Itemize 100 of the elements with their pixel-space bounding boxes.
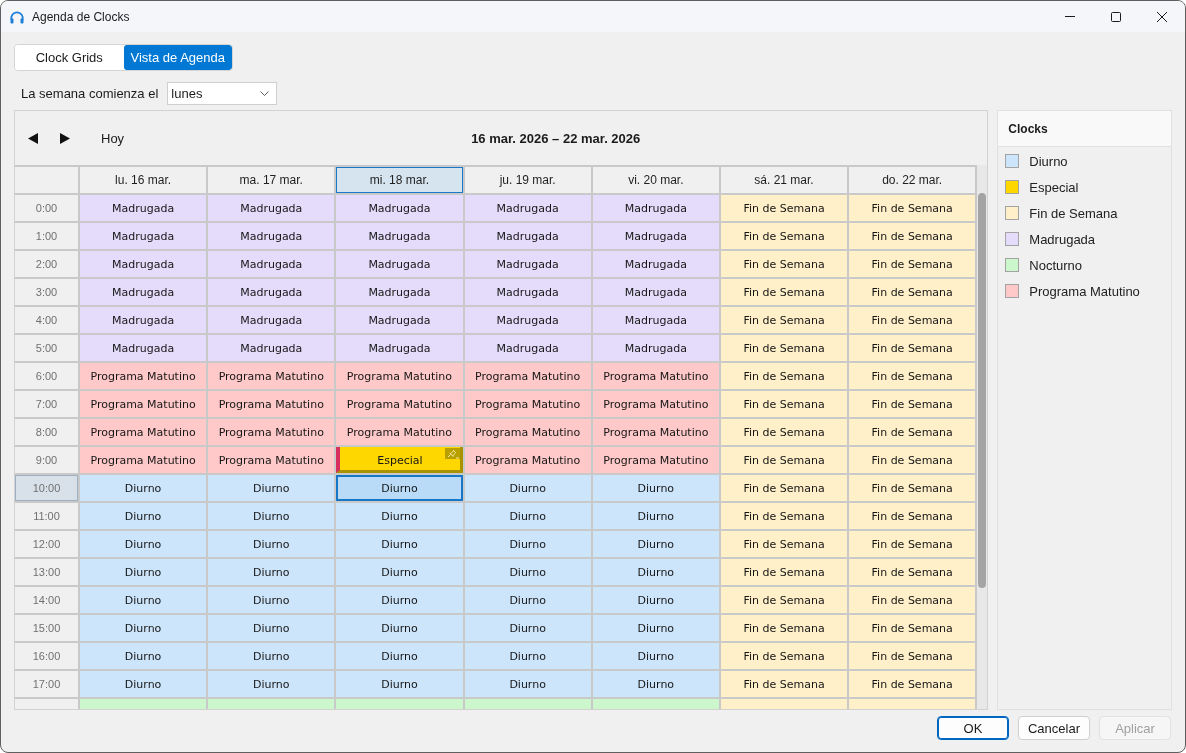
schedule-cell[interactable]: Diurno — [464, 587, 591, 613]
schedule-cell[interactable]: Madrugada — [336, 335, 463, 361]
schedule-cell[interactable]: Madrugada — [80, 279, 207, 305]
day-header[interactable]: lu. 16 mar. — [80, 167, 207, 193]
schedule-cell[interactable]: Diurno — [592, 587, 719, 613]
schedule-cell[interactable]: Fin de Semana — [720, 391, 848, 417]
schedule-cell[interactable]: Fin de Semana — [720, 671, 848, 697]
schedule-cell[interactable]: Fin de Semana — [849, 251, 976, 277]
day-header[interactable]: do. 22 mar. — [849, 167, 976, 193]
dialog-button[interactable]: OK — [937, 716, 1009, 740]
schedule-cell[interactable]: Madrugada — [208, 335, 335, 361]
schedule-cell[interactable]: Madrugada — [208, 251, 335, 277]
schedule-cell[interactable]: Fin de Semana — [849, 531, 976, 557]
schedule-cell[interactable]: Programa Matutino — [208, 447, 335, 473]
schedule-cell[interactable]: Diurno — [80, 671, 207, 697]
schedule-cell[interactable]: Diurno — [592, 503, 719, 529]
schedule-cell[interactable]: Madrugada — [80, 223, 207, 249]
schedule-cell[interactable]: Programa Matutino — [464, 391, 591, 417]
day-header[interactable]: ju. 19 mar. — [464, 167, 591, 193]
schedule-cell[interactable] — [464, 699, 591, 709]
schedule-cell[interactable]: Madrugada — [464, 251, 591, 277]
schedule-cell[interactable]: Programa Matutino — [80, 419, 207, 445]
schedule-cell[interactable]: Fin de Semana — [720, 615, 848, 641]
schedule-cell[interactable]: Diurno — [592, 475, 719, 501]
schedule-cell[interactable]: Fin de Semana — [849, 671, 976, 697]
schedule-cell[interactable]: Diurno — [336, 643, 463, 669]
schedule-cell[interactable]: Diurno — [208, 503, 335, 529]
schedule-cell[interactable]: Fin de Semana — [720, 587, 848, 613]
schedule-cell[interactable]: Programa Matutino — [464, 363, 591, 389]
schedule-cell[interactable]: Diurno — [208, 559, 335, 585]
schedule-cell[interactable]: Madrugada — [592, 279, 719, 305]
schedule-cell[interactable]: Fin de Semana — [720, 475, 848, 501]
schedule-cell[interactable]: Programa Matutino — [464, 419, 591, 445]
schedule-cell[interactable]: Diurno — [592, 559, 719, 585]
schedule-cell[interactable]: Diurno — [208, 587, 335, 613]
day-header[interactable]: vi. 20 mar. — [592, 167, 719, 193]
schedule-cell[interactable]: Fin de Semana — [849, 643, 976, 669]
view-tab[interactable]: Vista de Agenda — [123, 45, 232, 70]
schedule-cell[interactable]: Diurno — [80, 503, 207, 529]
schedule-cell[interactable]: Fin de Semana — [720, 251, 848, 277]
schedule-cell[interactable]: Fin de Semana — [849, 279, 976, 305]
schedule-cell[interactable]: Programa Matutino — [208, 363, 335, 389]
schedule-cell[interactable]: Diurno — [464, 475, 591, 501]
schedule-cell[interactable]: Madrugada — [208, 307, 335, 333]
schedule-cell[interactable]: Madrugada — [208, 195, 335, 221]
schedule-cell[interactable]: Madrugada — [80, 307, 207, 333]
schedule-cell[interactable]: Diurno — [80, 587, 207, 613]
schedule-cell[interactable]: Madrugada — [592, 251, 719, 277]
schedule-cell[interactable]: Fin de Semana — [720, 643, 848, 669]
schedule-cell[interactable]: Madrugada — [592, 307, 719, 333]
schedule-cell[interactable]: Madrugada — [464, 279, 591, 305]
schedule-cell[interactable]: Madrugada — [80, 335, 207, 361]
schedule-cell[interactable]: Fin de Semana — [720, 447, 848, 473]
day-header[interactable]: mi. 18 mar. — [336, 167, 463, 193]
schedule-cell[interactable] — [80, 699, 207, 709]
schedule-cell[interactable]: Diurno — [464, 643, 591, 669]
schedule-cell[interactable]: Fin de Semana — [849, 615, 976, 641]
schedule-cell[interactable]: Fin de Semana — [849, 587, 976, 613]
schedule-cell[interactable]: Madrugada — [336, 279, 463, 305]
schedule-cell[interactable]: Fin de Semana — [849, 195, 976, 221]
schedule-cell[interactable]: Diurno — [592, 671, 719, 697]
schedule-cell[interactable]: Diurno — [464, 503, 591, 529]
schedule-cell[interactable]: Fin de Semana — [849, 307, 976, 333]
schedule-cell[interactable]: Madrugada — [592, 335, 719, 361]
schedule-cell[interactable]: Madrugada — [336, 195, 463, 221]
scrollbar-track[interactable] — [977, 165, 988, 709]
schedule-cell[interactable]: Programa Matutino — [80, 391, 207, 417]
schedule-cell[interactable]: Programa Matutino — [80, 447, 207, 473]
schedule-cell[interactable]: Madrugada — [208, 279, 335, 305]
schedule-cell[interactable]: Programa Matutino — [208, 419, 335, 445]
schedule-cell[interactable] — [592, 699, 719, 709]
schedule-cell[interactable]: Madrugada — [336, 251, 463, 277]
schedule-cell[interactable]: Fin de Semana — [720, 419, 848, 445]
schedule-cell[interactable]: Diurno — [208, 615, 335, 641]
today-button[interactable]: Hoy — [97, 127, 129, 149]
schedule-cell[interactable]: Fin de Semana — [849, 335, 976, 361]
schedule-cell[interactable] — [208, 699, 335, 709]
schedule-cell[interactable]: Diurno — [208, 643, 335, 669]
schedule-cell[interactable]: Fin de Semana — [849, 559, 976, 585]
schedule-cell[interactable]: Programa Matutino — [336, 419, 463, 445]
schedule-cell[interactable]: Fin de Semana — [720, 223, 848, 249]
schedule-cell[interactable]: Especial — [336, 447, 463, 473]
schedule-cell[interactable]: Diurno — [464, 615, 591, 641]
schedule-cell[interactable]: Diurno — [592, 615, 719, 641]
schedule-cell[interactable]: Diurno — [80, 559, 207, 585]
schedule-cell[interactable]: Diurno — [80, 475, 207, 501]
schedule-cell[interactable]: Madrugada — [80, 195, 207, 221]
schedule-cell[interactable]: Fin de Semana — [849, 391, 976, 417]
schedule-cell[interactable]: Diurno — [80, 615, 207, 641]
schedule-cell[interactable]: Diurno — [464, 671, 591, 697]
schedule-cell[interactable]: Madrugada — [464, 307, 591, 333]
schedule-cell[interactable]: Programa Matutino — [592, 419, 719, 445]
schedule-cell[interactable]: Madrugada — [336, 307, 463, 333]
schedule-cell[interactable]: Diurno — [336, 615, 463, 641]
schedule-cell[interactable]: Madrugada — [336, 223, 463, 249]
schedule-cell[interactable]: Diurno — [80, 643, 207, 669]
schedule-cell[interactable]: Programa Matutino — [336, 391, 463, 417]
day-header[interactable]: ma. 17 mar. — [208, 167, 335, 193]
schedule-cell[interactable]: Diurno — [336, 531, 463, 557]
schedule-cell[interactable]: Diurno — [336, 671, 463, 697]
